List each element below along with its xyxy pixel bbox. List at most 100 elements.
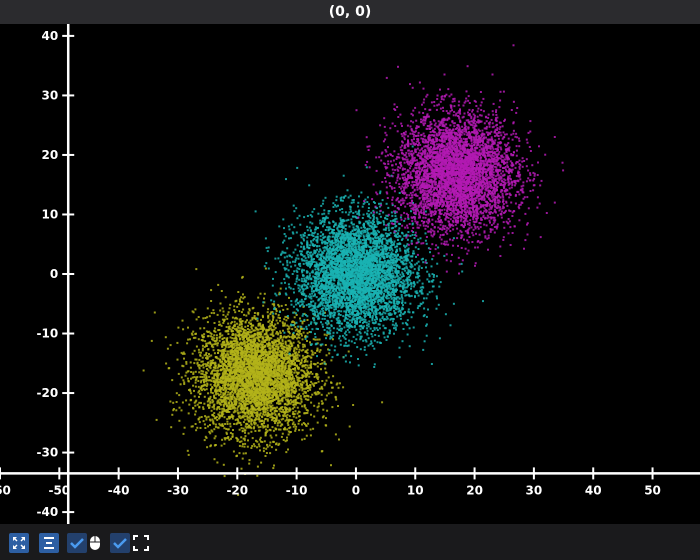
- data-point: [298, 348, 301, 351]
- data-point: [197, 338, 200, 341]
- data-point: [224, 387, 226, 390]
- data-point: [228, 393, 231, 396]
- data-point: [319, 363, 322, 365]
- data-point: [280, 304, 283, 307]
- data-point: [250, 379, 253, 382]
- data-point: [227, 311, 230, 314]
- data-point: [267, 372, 270, 375]
- data-point: [155, 418, 158, 421]
- data-point: [460, 262, 463, 265]
- data-point: [206, 404, 209, 407]
- data-point: [279, 394, 282, 397]
- data-point: [265, 447, 268, 450]
- data-point: [292, 421, 295, 424]
- data-point: [222, 398, 225, 401]
- data-point: [236, 381, 239, 384]
- data-point: [194, 308, 197, 311]
- data-point: [301, 429, 304, 432]
- data-point: [228, 417, 231, 420]
- data-point: [270, 436, 273, 439]
- data-point: [336, 331, 339, 334]
- data-point: [217, 283, 220, 286]
- data-point: [277, 399, 280, 402]
- data-point: [234, 335, 237, 338]
- data-point: [231, 343, 234, 346]
- data-point: [284, 388, 287, 391]
- data-point: [220, 360, 223, 363]
- data-point: [240, 423, 243, 426]
- data-point: [266, 445, 269, 448]
- data-point: [262, 409, 265, 412]
- data-point: [242, 361, 245, 364]
- data-point: [244, 425, 247, 428]
- data-point: [229, 380, 232, 383]
- data-point: [197, 391, 200, 394]
- data-point: [238, 344, 241, 346]
- data-point: [257, 396, 260, 399]
- data-point: [262, 373, 265, 376]
- data-point: [266, 383, 269, 386]
- data-point: [224, 364, 227, 367]
- data-point: [280, 362, 283, 365]
- data-point: [284, 412, 287, 415]
- data-point: [318, 391, 321, 394]
- data-point: [171, 413, 174, 416]
- data-point: [297, 371, 300, 374]
- data-point: [388, 249, 391, 252]
- data-point: [275, 331, 278, 333]
- data-point: [210, 354, 213, 357]
- data-point: [267, 329, 270, 331]
- data-point: [231, 337, 234, 340]
- data-point: [238, 320, 241, 323]
- data-point: [321, 362, 324, 365]
- data-point: [276, 410, 279, 413]
- data-point: [238, 323, 241, 326]
- data-point: [266, 429, 269, 432]
- data-point: [232, 415, 235, 418]
- data-point: [225, 353, 228, 356]
- data-point: [304, 359, 306, 362]
- data-point: [190, 332, 193, 335]
- data-point: [277, 316, 280, 319]
- data-point: [301, 383, 304, 386]
- data-point: [271, 346, 274, 349]
- data-point: [315, 373, 318, 376]
- data-point: [254, 418, 257, 421]
- data-point: [271, 416, 274, 419]
- data-point: [247, 302, 250, 305]
- scatter-plot[interactable]: -60-50-40-30-20-1001020304050403020100-1…: [0, 24, 700, 524]
- data-point: [214, 423, 217, 426]
- data-point: [229, 349, 232, 352]
- data-point: [263, 297, 265, 300]
- data-point: [244, 442, 247, 445]
- data-point: [324, 344, 327, 346]
- data-point: [255, 374, 258, 377]
- data-point: [199, 376, 202, 378]
- data-point: [282, 324, 285, 327]
- data-point: [283, 426, 286, 429]
- data-point: [346, 189, 349, 192]
- data-point: [213, 397, 216, 399]
- data-point: [338, 438, 340, 441]
- data-point: [254, 346, 256, 349]
- data-point: [310, 413, 312, 416]
- data-point: [309, 384, 312, 387]
- data-point: [277, 413, 280, 416]
- data-point: [327, 392, 330, 395]
- data-point: [271, 408, 274, 411]
- data-point: [287, 392, 289, 395]
- data-point: [254, 329, 257, 332]
- data-point: [302, 331, 305, 334]
- data-point: [225, 343, 228, 346]
- data-point: [269, 397, 272, 400]
- data-point: [269, 374, 272, 377]
- data-point: [292, 341, 295, 344]
- data-point: [207, 392, 210, 395]
- data-point: [323, 333, 326, 336]
- data-point: [255, 356, 258, 358]
- data-point: [264, 425, 267, 428]
- data-point: [254, 381, 257, 384]
- data-point: [284, 406, 286, 409]
- data-point: [210, 345, 213, 348]
- data-point: [265, 452, 268, 454]
